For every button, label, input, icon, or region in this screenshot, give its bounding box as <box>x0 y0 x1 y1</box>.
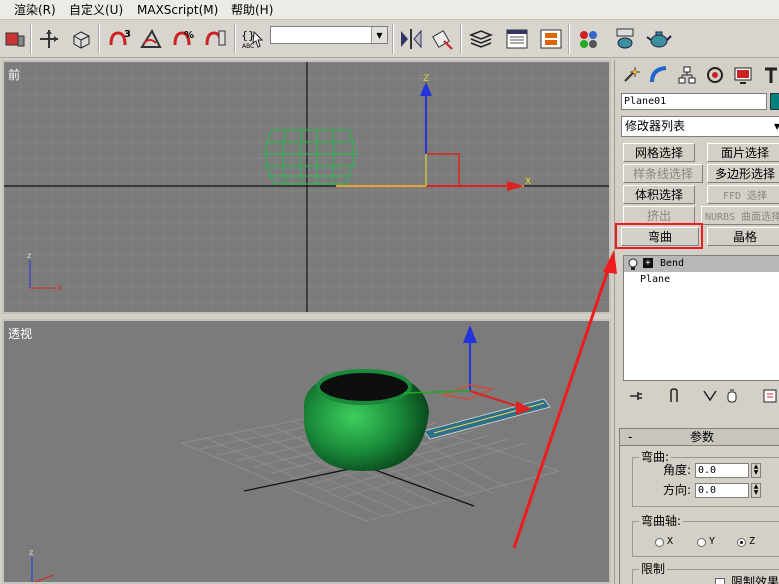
perspective-viewport-canvas: z <box>4 321 609 582</box>
chevron-down-icon: ▼ <box>774 117 779 136</box>
nurbs-surface-select-button[interactable]: NURBS 曲面选择 <box>701 206 779 225</box>
remove-modifier-icon[interactable] <box>723 387 741 405</box>
menu-customize[interactable]: 自定义(U) <box>69 2 123 18</box>
svg-text:3: 3 <box>124 29 131 40</box>
axis-z-radio[interactable]: Z <box>737 536 755 548</box>
angle-snap-icon[interactable] <box>136 24 166 54</box>
make-unique-icon[interactable] <box>701 387 719 405</box>
object-color-swatch[interactable] <box>770 93 779 110</box>
hierarchy-tab-icon[interactable] <box>675 63 699 87</box>
direction-input[interactable]: 0.0 <box>695 483 749 498</box>
svg-text:%: % <box>184 30 194 41</box>
patch-select-button[interactable]: 面片选择 <box>707 143 779 162</box>
front-gizmo-z: Z <box>423 74 429 84</box>
poly-select-button[interactable]: 多边形选择 <box>707 164 779 183</box>
select-object-icon[interactable] <box>66 24 96 54</box>
parameters-rollout: - 参数 弯曲: 角度: 0.0 ▲ ▼ 方向: 0.0 ▲ ▼ 弯曲轴: X Y … <box>619 428 779 584</box>
snap-3d-icon[interactable]: 3 <box>104 24 134 54</box>
limit-effect-checkbox[interactable] <box>715 578 725 584</box>
select-move-icon[interactable] <box>34 24 64 54</box>
motion-tab-icon[interactable] <box>703 63 727 87</box>
menu-render[interactable]: 渲染(R) <box>14 2 56 18</box>
front-viewport-label[interactable]: 前 <box>8 66 20 83</box>
modify-tab-icon[interactable] <box>647 63 671 87</box>
render-scene-icon[interactable] <box>610 24 640 54</box>
create-tab-icon[interactable] <box>619 63 643 87</box>
named-selection-icon[interactable]: {} ABC <box>238 24 268 54</box>
limit-group: 限制 限制效果 <box>632 562 779 584</box>
stack-tools <box>621 386 779 406</box>
front-viewport[interactable]: Z X z x 前 <box>2 60 611 314</box>
angle-input[interactable]: 0.0 <box>695 463 749 478</box>
percent-snap-icon[interactable]: % <box>168 24 198 54</box>
pin-stack-icon[interactable] <box>627 387 645 405</box>
collapse-minus-icon: - <box>628 430 633 444</box>
svg-text:z: z <box>27 251 31 260</box>
bend-axis-group: 弯曲轴: X Y Z <box>632 514 779 557</box>
vol-select-button[interactable]: 体积选择 <box>623 185 695 204</box>
menu-maxscript[interactable]: MAXScript(M) <box>137 2 218 18</box>
schematic-view-icon[interactable] <box>536 24 566 54</box>
show-end-result-icon[interactable] <box>665 387 683 405</box>
limit-group-title: 限制 <box>639 562 668 576</box>
svg-text:x: x <box>57 283 62 292</box>
menu-help[interactable]: 帮助(H) <box>231 2 273 18</box>
front-gizmo-x: X <box>525 177 531 187</box>
curve-editor-icon[interactable] <box>502 24 532 54</box>
mirror-icon[interactable] <box>396 24 426 54</box>
bend-group: 弯曲: 角度: 0.0 ▲ ▼ 方向: 0.0 ▲ ▼ <box>632 450 779 507</box>
limit-effect-label: 限制效果 <box>731 575 779 584</box>
stack-item-label: Plane <box>640 274 671 285</box>
direction-label: 方向: <box>663 483 692 497</box>
render-setup-icon[interactable] <box>0 24 30 54</box>
align-icon[interactable] <box>428 24 458 54</box>
spinner-snap-icon[interactable] <box>200 24 230 54</box>
stack-item-label: Bend <box>660 258 685 269</box>
axis-y-radio[interactable]: Y <box>697 536 715 548</box>
bend-button-highlight <box>615 223 703 249</box>
modifier-stack: + Bend Plane <box>623 255 779 381</box>
teapot-shaded <box>304 369 429 471</box>
parameters-rollout-header[interactable]: - 参数 <box>620 429 779 446</box>
svg-text:z: z <box>29 548 33 557</box>
angle-spinner[interactable]: ▲ ▼ <box>751 463 761 478</box>
display-tab-icon[interactable] <box>731 63 755 87</box>
quick-render-icon[interactable] <box>644 24 674 54</box>
perspective-viewport[interactable]: z 透视 <box>2 319 611 584</box>
stack-item-plane[interactable]: Plane <box>624 272 779 288</box>
bend-axis-group-title: 弯曲轴: <box>639 514 684 528</box>
chevron-down-icon[interactable]: ▼ <box>371 27 387 43</box>
angle-label: 角度: <box>663 463 692 477</box>
command-panel-tabs <box>615 60 779 90</box>
perspective-viewport-label[interactable]: 透视 <box>8 325 32 342</box>
layer-manager-icon[interactable] <box>466 24 496 54</box>
stack-item-bend[interactable]: + Bend <box>624 256 779 272</box>
command-panel: Plane01 修改器列表 ▼ 网格选择 面片选择 样条线选择 多边形选择 体积… <box>614 60 779 584</box>
utilities-tab-icon[interactable] <box>759 63 779 87</box>
configure-modifier-sets-icon[interactable] <box>761 387 779 405</box>
main-toolbar: 3 % {} ABC ▼ <box>0 20 779 58</box>
svg-text:ABC: ABC <box>242 43 254 50</box>
material-editor-icon[interactable] <box>574 24 604 54</box>
modifier-list-dropdown[interactable]: 修改器列表 ▼ <box>621 116 779 137</box>
named-selection-field[interactable]: ▼ <box>270 26 388 44</box>
ffd-select-button[interactable]: FFD 选择 <box>707 185 779 204</box>
expand-plus-icon[interactable]: + <box>643 258 653 268</box>
spline-select-button[interactable]: 样条线选择 <box>623 164 703 183</box>
object-name-field[interactable]: Plane01 <box>621 93 767 110</box>
lattice-button[interactable]: 晶格 <box>707 227 779 246</box>
direction-spinner[interactable]: ▲ ▼ <box>751 483 761 498</box>
rollout-title: 参数 <box>690 430 715 444</box>
front-viewport-canvas: Z X z x <box>4 62 609 312</box>
mesh-select-button[interactable]: 网格选择 <box>623 143 695 162</box>
menu-bar: 渲染(R) 自定义(U) MAXScript(M) 帮助(H) <box>0 0 779 20</box>
axis-x-radio[interactable]: X <box>655 536 673 548</box>
